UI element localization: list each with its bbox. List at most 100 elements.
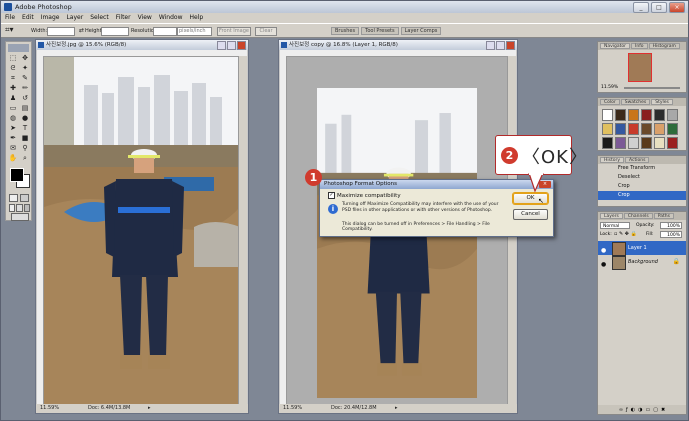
quick-mask-icon[interactable] (20, 194, 29, 202)
tab-swatches[interactable]: Swatches (620, 99, 651, 105)
marquee-tool-icon[interactable]: ⬚ (8, 54, 18, 63)
palette-tool-presets[interactable]: Tool Presets (361, 27, 399, 35)
style-swatch[interactable] (628, 109, 639, 121)
style-swatch[interactable] (641, 137, 652, 149)
tab-navigator[interactable]: Navigator (600, 43, 631, 49)
status-arrow-icon[interactable]: ▸ (395, 404, 398, 413)
history-item[interactable]: Free Transform (598, 164, 686, 173)
tab-channels[interactable]: Channels (623, 213, 653, 219)
layer-mask-icon[interactable]: ◐ (631, 407, 635, 413)
minimize-button[interactable]: _ (633, 2, 649, 13)
tab-history[interactable]: History (600, 157, 625, 163)
close-button[interactable]: × (669, 2, 685, 13)
shape-tool-icon[interactable]: ■ (20, 134, 30, 143)
gradient-tool-icon[interactable]: ▤ (20, 104, 30, 113)
doc-close-button[interactable] (506, 41, 515, 50)
tab-histogram[interactable]: Histogram (648, 43, 680, 49)
dodge-tool-icon[interactable]: ● (20, 114, 30, 123)
navigator-zoom-slider[interactable] (624, 87, 680, 89)
zoom-level[interactable]: 11.59% (283, 404, 302, 413)
style-swatch[interactable] (602, 109, 613, 121)
layer-row-background[interactable]: ● Background 🔒 (598, 255, 686, 270)
eyedropper-tool-icon[interactable]: ⚲ (20, 144, 30, 153)
history-brush-tool-icon[interactable]: ↺ (20, 94, 30, 103)
crop-tool-icon[interactable]: ⌗▾ (5, 25, 14, 35)
notes-tool-icon[interactable]: ✉ (8, 144, 18, 153)
screen-mode-standard-icon[interactable] (9, 204, 16, 212)
checkbox-check-icon[interactable]: ✓ (328, 192, 335, 199)
front-image-button[interactable]: Front Image (217, 27, 251, 36)
doc-minimize-button[interactable] (217, 41, 226, 50)
blur-tool-icon[interactable]: ◍ (8, 114, 18, 123)
lock-icons[interactable]: ▫ ✎ ✥ 🔒 (614, 231, 637, 237)
palette-brushes[interactable]: Brushes (331, 27, 360, 35)
zoom-level[interactable]: 11.59% (40, 404, 59, 413)
style-swatch[interactable] (654, 109, 665, 121)
status-arrow-icon[interactable]: ▸ (148, 404, 151, 413)
adjustment-layer-icon[interactable]: ◑ (638, 407, 642, 413)
screen-mode-full-icon[interactable] (16, 204, 23, 212)
opacity-field[interactable]: 100% (660, 222, 682, 229)
height-field[interactable] (101, 27, 129, 36)
hand-tool-icon[interactable]: ✋ (8, 154, 18, 163)
style-swatch[interactable] (602, 137, 613, 149)
photo-canvas[interactable] (44, 57, 240, 404)
layer-style-icon[interactable]: ƒ (626, 407, 628, 413)
cancel-button[interactable]: Cancel (513, 209, 548, 220)
menu-window[interactable]: Window (159, 13, 183, 23)
screen-mode-black-icon[interactable] (23, 204, 30, 212)
menu-filter[interactable]: Filter (116, 13, 131, 23)
tab-layers[interactable]: Layers (600, 213, 623, 219)
fill-field[interactable]: 100% (660, 231, 682, 238)
menu-select[interactable]: Select (90, 13, 109, 23)
style-swatch[interactable] (628, 123, 639, 135)
swap-icon[interactable]: ⇄ (79, 27, 84, 34)
photo-canvas[interactable] (317, 88, 477, 398)
type-tool-icon[interactable]: T (20, 124, 30, 133)
style-swatch[interactable] (641, 123, 652, 135)
tab-color[interactable]: Color (600, 99, 620, 105)
link-layers-icon[interactable]: ∞ (619, 407, 623, 413)
width-field[interactable] (47, 27, 75, 36)
slice-tool-icon[interactable]: ✎ (20, 74, 30, 83)
style-swatch[interactable] (628, 137, 639, 149)
navigator-thumbnail[interactable] (628, 53, 652, 82)
style-swatch[interactable] (667, 123, 678, 135)
document-title[interactable]: 사진보정 copy @ 16.8% (Layer 1, RGB/8) (279, 40, 517, 50)
lasso-tool-icon[interactable]: ᘓ (8, 64, 18, 73)
doc-maximize-button[interactable] (227, 41, 236, 50)
palette-layer-comps[interactable]: Layer Comps (400, 27, 442, 35)
menu-file[interactable]: File (5, 13, 15, 23)
move-tool-icon[interactable]: ✥ (20, 54, 30, 63)
doc-maximize-button[interactable] (496, 41, 505, 50)
style-swatch[interactable] (654, 123, 665, 135)
resolution-unit-select[interactable]: pixels/inch (177, 27, 212, 36)
healing-tool-icon[interactable]: ✚ (8, 84, 18, 93)
path-select-tool-icon[interactable]: ➤ (8, 124, 18, 133)
crop-tool-icon[interactable]: ⌗ (8, 74, 18, 83)
style-swatch[interactable] (615, 123, 626, 135)
tab-styles[interactable]: Styles (651, 99, 673, 105)
stamp-tool-icon[interactable]: ♟ (8, 94, 18, 103)
style-swatch[interactable] (602, 123, 613, 135)
style-swatch[interactable] (615, 109, 626, 121)
history-item-selected[interactable]: Crop (598, 191, 686, 200)
standard-mode-icon[interactable] (9, 194, 18, 202)
style-swatch[interactable] (641, 109, 652, 121)
doc-close-button[interactable] (237, 41, 246, 50)
vertical-scrollbar[interactable] (238, 56, 247, 404)
jump-to-imageready-icon[interactable] (11, 213, 29, 221)
style-swatch[interactable] (667, 137, 678, 149)
history-item[interactable]: Crop (598, 182, 686, 191)
maximize-button[interactable]: □ (651, 2, 667, 13)
style-swatch[interactable] (667, 109, 678, 121)
style-swatch[interactable] (654, 137, 665, 149)
resolution-field[interactable] (153, 27, 177, 36)
menu-layer[interactable]: Layer (66, 13, 83, 23)
menu-edit[interactable]: Edit (22, 13, 34, 23)
layer-row-layer1[interactable]: ● Layer 1 (598, 241, 686, 256)
history-item[interactable]: Deselect (598, 173, 686, 182)
new-group-icon[interactable]: ▭ (646, 407, 651, 413)
doc-minimize-button[interactable] (486, 41, 495, 50)
menu-image[interactable]: Image (41, 13, 60, 23)
